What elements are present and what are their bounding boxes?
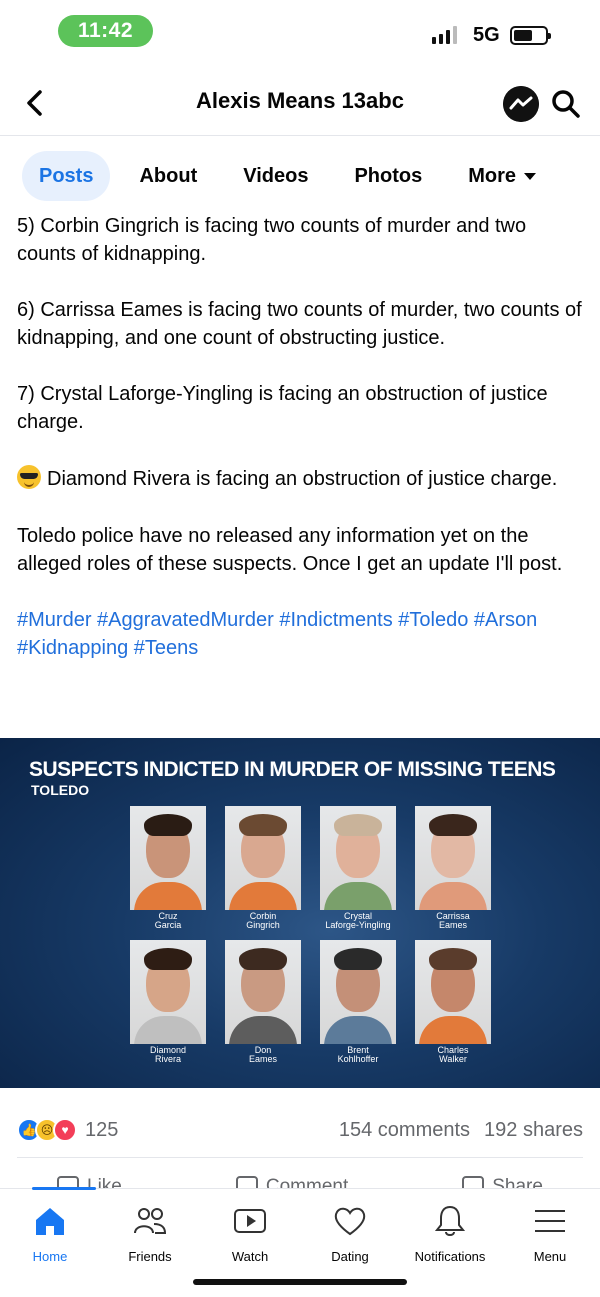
battery-icon — [510, 26, 551, 45]
nav-menu[interactable]: Menu — [500, 1203, 600, 1264]
network-label: 5G — [473, 24, 500, 46]
mugshot-caption: Corbin Gingrich — [246, 911, 280, 930]
post-body: 5) Corbin Gingrich is facing two counts … — [17, 212, 587, 690]
post-paragraph: 6) Carrissa Eames is facing two counts o… — [17, 299, 582, 349]
mugshot-caption: Crystal Laforge-Yingling — [325, 911, 391, 930]
mugshot-photo — [320, 806, 396, 910]
tab-more[interactable]: More — [451, 151, 553, 201]
mugshot: Don Eames — [225, 940, 301, 1064]
mugshot-caption: Carrissa Eames — [436, 911, 470, 930]
menu-icon — [535, 1210, 565, 1232]
mugshot-caption: Diamond Rivera — [149, 1045, 187, 1064]
watch-icon — [234, 1209, 266, 1233]
profile-tabs: Posts About Videos Photos More — [22, 150, 600, 202]
image-subheadline: TOLEDO — [31, 782, 90, 798]
tab-videos[interactable]: Videos — [226, 151, 325, 201]
post-paragraph: 7) Crystal Laforge-Yingling is facing an… — [17, 383, 548, 433]
search-icon[interactable] — [550, 88, 582, 120]
signal-icon — [432, 26, 457, 44]
mugshot-photo — [415, 806, 491, 910]
post-paragraph: Toledo police have no released any infor… — [17, 525, 563, 575]
nav-friends[interactable]: Friends — [100, 1203, 200, 1264]
tab-about[interactable]: About — [122, 151, 214, 201]
status-time: 11:42 — [58, 15, 153, 47]
mugshot: Carrissa Eames — [415, 806, 491, 930]
comments-count[interactable]: 154 comments — [339, 1119, 470, 1142]
mugshot: Cruz Garcia — [130, 806, 206, 930]
post-hashtags[interactable]: #Murder #AggravatedMurder #Indictments #… — [17, 606, 587, 662]
nav-dating[interactable]: Dating — [300, 1203, 400, 1264]
share-button[interactable]: Share — [462, 1170, 543, 1190]
post-image[interactable]: SUSPECTS INDICTED IN MURDER OF MISSING T… — [0, 738, 600, 1088]
status-bar: 11:42 5G — [0, 0, 600, 62]
reaction-count[interactable]: 125 — [85, 1119, 118, 1142]
comment-button[interactable]: Comment — [235, 1170, 348, 1190]
mugshot: Brent Kohlhoffer — [320, 940, 396, 1064]
post-paragraph: 5) Corbin Gingrich is facing two counts … — [17, 215, 527, 265]
mugshot-photo — [320, 940, 396, 1044]
page-header: Alexis Means 13abc — [0, 70, 600, 136]
sunglasses-emoji-icon — [17, 465, 41, 489]
messenger-icon[interactable] — [503, 86, 539, 122]
home-icon — [36, 1208, 64, 1235]
mugshot-caption: Charles Walker — [437, 1045, 469, 1064]
mugshot-photo — [225, 940, 301, 1044]
image-headline: SUSPECTS INDICTED IN MURDER OF MISSING T… — [29, 758, 556, 781]
dating-icon — [334, 1207, 366, 1236]
friends-icon — [134, 1208, 167, 1234]
bell-icon — [434, 1205, 466, 1236]
tab-posts[interactable]: Posts — [22, 151, 111, 201]
reaction-icons[interactable]: 👍 ☹ ♥ — [17, 1118, 77, 1142]
mugshot-photo — [130, 940, 206, 1044]
nav-home[interactable]: Home — [0, 1203, 100, 1264]
home-indicator — [193, 1279, 407, 1285]
nav-watch[interactable]: Watch — [200, 1203, 300, 1264]
mugshot: Charles Walker — [415, 940, 491, 1064]
mugshot-grid: Cruz Garcia Corbin Gingrich Crystal Lafo… — [130, 806, 500, 1064]
active-tab-indicator — [32, 1187, 96, 1190]
mugshot: Corbin Gingrich — [225, 806, 301, 930]
mugshot-caption: Brent Kohlhoffer — [337, 1045, 379, 1064]
mugshot-caption: Don Eames — [248, 1045, 277, 1064]
divider — [17, 1157, 583, 1158]
mugshot-photo — [225, 806, 301, 910]
mugshot-photo — [415, 940, 491, 1044]
tab-more-label: More — [468, 164, 517, 187]
post-paragraph-text: Diamond Rivera is facing an obstruction … — [47, 468, 558, 490]
mugshot-photo — [130, 806, 206, 910]
tab-photos[interactable]: Photos — [337, 151, 439, 201]
nav-notifications[interactable]: Notifications — [400, 1203, 500, 1264]
reactions-bar: 👍 ☹ ♥ 125 154 comments 192 shares — [17, 1112, 583, 1148]
caret-down-icon — [524, 172, 537, 180]
mugshot: Diamond Rivera — [130, 940, 206, 1064]
mugshot-caption: Cruz Garcia — [154, 911, 182, 930]
post-paragraph: Diamond Rivera is facing an obstruction … — [17, 464, 587, 494]
mugshot: Crystal Laforge-Yingling — [320, 806, 396, 930]
shares-count[interactable]: 192 shares — [484, 1119, 583, 1142]
love-reaction-icon: ♥ — [53, 1118, 77, 1142]
